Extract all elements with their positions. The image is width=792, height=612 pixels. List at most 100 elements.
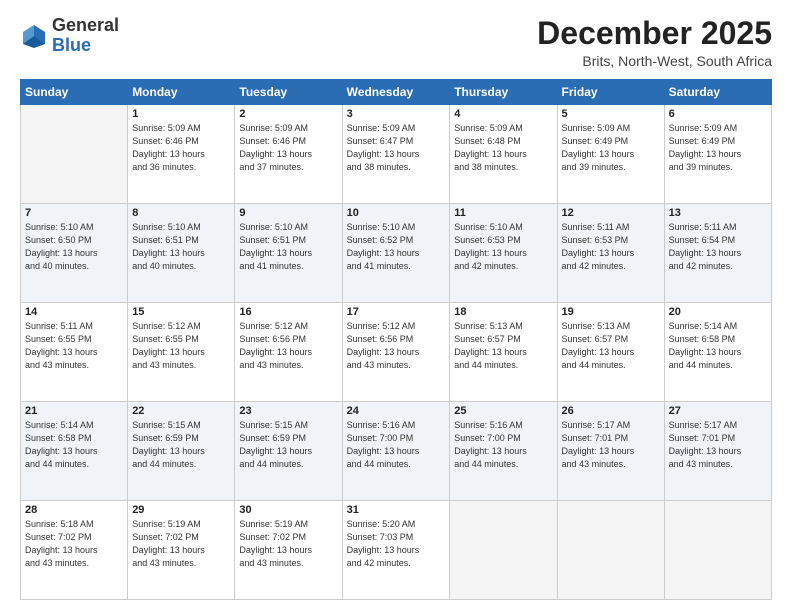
table-row: 2 Sunrise: 5:09 AM Sunset: 6:46 PM Daylig…: [235, 105, 342, 204]
table-row: 28 Sunrise: 5:18 AM Sunset: 7:02 PM Dayli…: [21, 501, 128, 600]
logo-icon: [20, 22, 48, 50]
calendar-week-row: 28 Sunrise: 5:18 AM Sunset: 7:02 PM Dayli…: [21, 501, 772, 600]
day-number: 25: [454, 405, 552, 417]
logo-blue: Blue: [52, 35, 91, 55]
logo-general: General: [52, 15, 119, 35]
calendar-table: Sunday Monday Tuesday Wednesday Thursday…: [20, 79, 772, 600]
day-info: Sunrise: 5:10 AM Sunset: 6:51 PM Dayligh…: [239, 221, 337, 273]
title-block: December 2025 Brits, North-West, South A…: [537, 16, 772, 69]
day-info: Sunrise: 5:10 AM Sunset: 6:51 PM Dayligh…: [132, 221, 230, 273]
table-row: 19Sunrise: 5:13 AM Sunset: 6:57 PM Dayli…: [557, 303, 664, 402]
day-number: 6: [669, 108, 767, 120]
table-row: 25Sunrise: 5:16 AM Sunset: 7:00 PM Dayli…: [450, 402, 557, 501]
calendar-week-row: 14 Sunrise: 5:11 AM Sunset: 6:55 PM Dayli…: [21, 303, 772, 402]
day-info: Sunrise: 5:10 AM Sunset: 6:52 PM Dayligh…: [347, 221, 446, 273]
day-number: 21: [25, 405, 123, 417]
table-row: 10 Sunrise: 5:10 AM Sunset: 6:52 PM Dayli…: [342, 204, 450, 303]
day-number: 24: [347, 405, 446, 417]
col-monday: Monday: [128, 80, 235, 105]
day-info: Sunrise: 5:09 AM Sunset: 6:49 PM Dayligh…: [562, 122, 660, 174]
day-info: Sunrise: 5:09 AM Sunset: 6:48 PM Dayligh…: [454, 122, 552, 174]
page: General Blue December 2025 Brits, North-…: [0, 0, 792, 612]
day-info: Sunrise: 5:20 AM Sunset: 7:03 PM Dayligh…: [347, 518, 446, 570]
day-info: Sunrise: 5:13 AM Sunset: 6:57 PM Dayligh…: [562, 320, 660, 372]
day-info: Sunrise: 5:11 AM Sunset: 6:54 PM Dayligh…: [669, 221, 767, 273]
table-row: 18Sunrise: 5:13 AM Sunset: 6:57 PM Dayli…: [450, 303, 557, 402]
day-info: Sunrise: 5:09 AM Sunset: 6:46 PM Dayligh…: [239, 122, 337, 174]
day-info: Sunrise: 5:10 AM Sunset: 6:50 PM Dayligh…: [25, 221, 123, 273]
day-info: Sunrise: 5:15 AM Sunset: 6:59 PM Dayligh…: [239, 419, 337, 471]
day-number: 18: [454, 306, 552, 318]
day-number: 4: [454, 108, 552, 120]
day-number: 9: [239, 207, 337, 219]
day-info: Sunrise: 5:17 AM Sunset: 7:01 PM Dayligh…: [669, 419, 767, 471]
day-number: 28: [25, 504, 123, 516]
day-number: 13: [669, 207, 767, 219]
table-row: 20 Sunrise: 5:14 AM Sunset: 6:58 PM Dayli…: [664, 303, 771, 402]
table-row: 7 Sunrise: 5:10 AM Sunset: 6:50 PM Daylig…: [21, 204, 128, 303]
table-row: 31Sunrise: 5:20 AM Sunset: 7:03 PM Dayli…: [342, 501, 450, 600]
table-row: 27 Sunrise: 5:17 AM Sunset: 7:01 PM Dayli…: [664, 402, 771, 501]
table-row: 9 Sunrise: 5:10 AM Sunset: 6:51 PM Daylig…: [235, 204, 342, 303]
table-row: 4 Sunrise: 5:09 AM Sunset: 6:48 PM Daylig…: [450, 105, 557, 204]
day-number: 5: [562, 108, 660, 120]
table-row: [21, 105, 128, 204]
day-info: Sunrise: 5:10 AM Sunset: 6:53 PM Dayligh…: [454, 221, 552, 273]
day-number: 2: [239, 108, 337, 120]
day-info: Sunrise: 5:18 AM Sunset: 7:02 PM Dayligh…: [25, 518, 123, 570]
day-number: 16: [239, 306, 337, 318]
table-row: 26Sunrise: 5:17 AM Sunset: 7:01 PM Dayli…: [557, 402, 664, 501]
day-info: Sunrise: 5:19 AM Sunset: 7:02 PM Dayligh…: [239, 518, 337, 570]
day-number: 20: [669, 306, 767, 318]
day-number: 15: [132, 306, 230, 318]
table-row: 13 Sunrise: 5:11 AM Sunset: 6:54 PM Dayli…: [664, 204, 771, 303]
day-info: Sunrise: 5:09 AM Sunset: 6:47 PM Dayligh…: [347, 122, 446, 174]
day-number: 11: [454, 207, 552, 219]
col-wednesday: Wednesday: [342, 80, 450, 105]
day-info: Sunrise: 5:15 AM Sunset: 6:59 PM Dayligh…: [132, 419, 230, 471]
day-number: 12: [562, 207, 660, 219]
day-number: 22: [132, 405, 230, 417]
col-thursday: Thursday: [450, 80, 557, 105]
calendar-header-row: Sunday Monday Tuesday Wednesday Thursday…: [21, 80, 772, 105]
header: General Blue December 2025 Brits, North-…: [20, 16, 772, 69]
day-info: Sunrise: 5:09 AM Sunset: 6:46 PM Dayligh…: [132, 122, 230, 174]
day-number: 14: [25, 306, 123, 318]
table-row: 16Sunrise: 5:12 AM Sunset: 6:56 PM Dayli…: [235, 303, 342, 402]
table-row: 17Sunrise: 5:12 AM Sunset: 6:56 PM Dayli…: [342, 303, 450, 402]
day-info: Sunrise: 5:09 AM Sunset: 6:49 PM Dayligh…: [669, 122, 767, 174]
table-row: 14 Sunrise: 5:11 AM Sunset: 6:55 PM Dayli…: [21, 303, 128, 402]
col-sunday: Sunday: [21, 80, 128, 105]
table-row: 30Sunrise: 5:19 AM Sunset: 7:02 PM Dayli…: [235, 501, 342, 600]
table-row: [557, 501, 664, 600]
table-row: [450, 501, 557, 600]
day-number: 29: [132, 504, 230, 516]
table-row: 23 Sunrise: 5:15 AM Sunset: 6:59 PM Dayli…: [235, 402, 342, 501]
day-number: 26: [562, 405, 660, 417]
table-row: 15 Sunrise: 5:12 AM Sunset: 6:55 PM Dayli…: [128, 303, 235, 402]
day-number: 17: [347, 306, 446, 318]
location-subtitle: Brits, North-West, South Africa: [537, 53, 772, 69]
day-number: 3: [347, 108, 446, 120]
table-row: 21Sunrise: 5:14 AM Sunset: 6:58 PM Dayli…: [21, 402, 128, 501]
day-info: Sunrise: 5:12 AM Sunset: 6:55 PM Dayligh…: [132, 320, 230, 372]
day-number: 23: [239, 405, 337, 417]
logo: General Blue: [20, 16, 119, 56]
day-info: Sunrise: 5:11 AM Sunset: 6:53 PM Dayligh…: [562, 221, 660, 273]
calendar-week-row: 7 Sunrise: 5:10 AM Sunset: 6:50 PM Daylig…: [21, 204, 772, 303]
table-row: 29Sunrise: 5:19 AM Sunset: 7:02 PM Dayli…: [128, 501, 235, 600]
col-tuesday: Tuesday: [235, 80, 342, 105]
day-number: 27: [669, 405, 767, 417]
day-number: 1: [132, 108, 230, 120]
table-row: 11 Sunrise: 5:10 AM Sunset: 6:53 PM Dayli…: [450, 204, 557, 303]
table-row: [664, 501, 771, 600]
table-row: 6 Sunrise: 5:09 AM Sunset: 6:49 PM Daylig…: [664, 105, 771, 204]
logo-text: General Blue: [52, 16, 119, 56]
calendar-week-row: 21Sunrise: 5:14 AM Sunset: 6:58 PM Dayli…: [21, 402, 772, 501]
day-info: Sunrise: 5:14 AM Sunset: 6:58 PM Dayligh…: [669, 320, 767, 372]
day-number: 10: [347, 207, 446, 219]
day-info: Sunrise: 5:11 AM Sunset: 6:55 PM Dayligh…: [25, 320, 123, 372]
table-row: 22 Sunrise: 5:15 AM Sunset: 6:59 PM Dayli…: [128, 402, 235, 501]
day-number: 7: [25, 207, 123, 219]
day-info: Sunrise: 5:16 AM Sunset: 7:00 PM Dayligh…: [347, 419, 446, 471]
